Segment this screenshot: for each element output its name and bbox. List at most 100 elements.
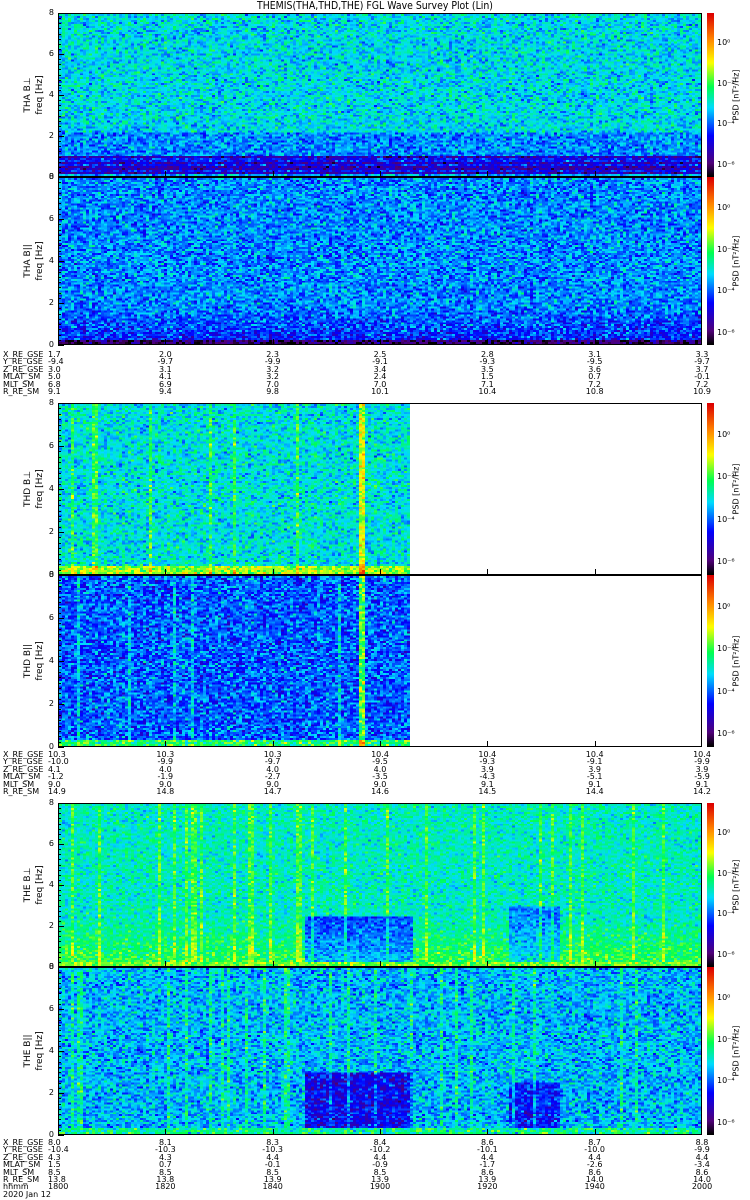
y-minor-tick: [58, 105, 61, 107]
colorbar: [707, 967, 714, 1135]
spectrogram-panel-the-bpar: [58, 967, 702, 1135]
y-minor-tick: [58, 607, 61, 609]
y-minor-tick: [58, 956, 61, 958]
y-minor-tick: [58, 864, 61, 866]
x-major-tick: [272, 1129, 274, 1135]
spectrogram-panel-tha-bpar: [58, 177, 702, 345]
y-minor-tick: [58, 483, 61, 485]
y-minor-tick: [58, 329, 61, 331]
y-minor-tick: [58, 115, 61, 117]
y-minor-tick: [58, 419, 61, 421]
y-minor-tick: [58, 1003, 61, 1005]
y-minor-tick: [58, 736, 61, 738]
panel-label: THD B||: [23, 643, 33, 679]
y-minor-tick: [58, 596, 61, 598]
y-minor-tick: [58, 682, 61, 684]
x-major-tick: [487, 741, 489, 747]
y-minor-tick: [58, 946, 61, 948]
x-major-tick: [487, 1129, 489, 1135]
y-minor-tick: [58, 634, 61, 636]
panel-label: THD B⊥: [23, 470, 33, 508]
y-minor-tick: [58, 714, 61, 716]
spectrogram-image: [59, 968, 701, 1134]
y-minor-tick: [58, 166, 61, 168]
y-minor-tick: [58, 120, 61, 122]
x-major-tick: [165, 339, 167, 345]
y-tick-label: 6: [48, 214, 54, 223]
colorbar: [707, 803, 714, 967]
y-minor-tick: [58, 1087, 61, 1089]
panel-label: THA B||: [23, 244, 33, 278]
y-minor-tick: [58, 838, 61, 840]
y-minor-tick: [58, 69, 61, 71]
y-major-tick: [58, 345, 64, 346]
y-minor-tick: [58, 192, 61, 194]
y-major-tick: [58, 1009, 64, 1010]
colorbar-tick-label: 10⁻⁶: [717, 1117, 735, 1127]
y-major-tick: [58, 303, 64, 304]
y-minor-tick: [58, 720, 61, 722]
y-major-tick: [58, 747, 64, 748]
y-tick-label: 8: [48, 570, 54, 579]
y-minor-tick: [58, 900, 61, 902]
y-minor-tick: [58, 234, 61, 236]
y-minor-tick: [58, 564, 61, 566]
ephemeris-row-label: R_RE_SM: [3, 387, 40, 396]
y-minor-tick: [58, 993, 61, 995]
spectrogram-image: [59, 804, 701, 966]
y-minor-tick: [58, 198, 61, 199]
ephemeris-value: 9.1: [48, 387, 61, 396]
y-minor-tick: [58, 639, 61, 641]
y-minor-tick: [58, 591, 61, 593]
y-minor-tick: [58, 266, 61, 268]
y-minor-tick: [58, 666, 61, 668]
y-minor-tick: [58, 1098, 61, 1100]
y-minor-tick: [58, 521, 61, 523]
y-minor-tick: [58, 849, 61, 851]
y-minor-tick: [58, 628, 61, 630]
y-minor-tick: [58, 339, 61, 341]
y-major-tick: [58, 219, 64, 220]
y-tick-label: 4: [48, 484, 54, 493]
spectrogram-panel-tha-bperp: [58, 13, 702, 177]
colorbar-tick-label: 10⁰: [717, 38, 731, 48]
y-minor-tick: [58, 435, 61, 437]
spectrogram-panel-thd-bperp: [58, 403, 702, 575]
y-minor-tick: [58, 1066, 61, 1068]
y-minor-tick: [58, 1082, 61, 1084]
y-minor-tick: [58, 510, 61, 512]
x-major-tick: [594, 339, 596, 345]
ephemeris-row-label: R_RE_SM: [3, 787, 40, 796]
x-major-tick: [272, 339, 274, 345]
y-minor-tick: [58, 1108, 61, 1110]
y-minor-tick: [58, 823, 61, 825]
y-minor-tick: [58, 859, 61, 861]
x-major-tick: [272, 741, 274, 747]
y-minor-tick: [58, 100, 61, 102]
y-major-tick: [58, 575, 64, 576]
y-minor-tick: [58, 229, 61, 231]
ephemeris-value: 9.4: [158, 387, 172, 396]
x-major-tick: [165, 1129, 167, 1135]
x-major-tick: [380, 339, 381, 345]
y-minor-tick: [58, 451, 61, 453]
y-minor-tick: [58, 1077, 61, 1079]
y-minor-tick: [58, 287, 61, 289]
y-minor-tick: [58, 74, 61, 76]
y-minor-tick: [58, 515, 61, 517]
plot-title: THEMIS(THA,THD,THE) FGL Wave Survey Plot…: [257, 0, 493, 12]
y-tick-label: 2: [48, 298, 54, 307]
y-minor-tick: [58, 271, 61, 273]
y-major-tick: [58, 95, 64, 96]
y-tick-label: 8: [48, 962, 54, 971]
y-minor-tick: [58, 612, 61, 614]
y-minor-tick: [58, 208, 61, 210]
colorbar-tick-label: 10⁻⁶: [717, 557, 735, 567]
y-minor-tick: [58, 741, 61, 743]
ephemeris-value: 10.4: [478, 387, 497, 396]
y-major-tick: [58, 13, 64, 14]
y-minor-tick: [58, 818, 61, 820]
colorbar-tick-label: 10⁻⁴: [717, 286, 735, 296]
ephemeris-value: 14.6: [371, 787, 389, 796]
y-minor-tick: [58, 1119, 61, 1121]
